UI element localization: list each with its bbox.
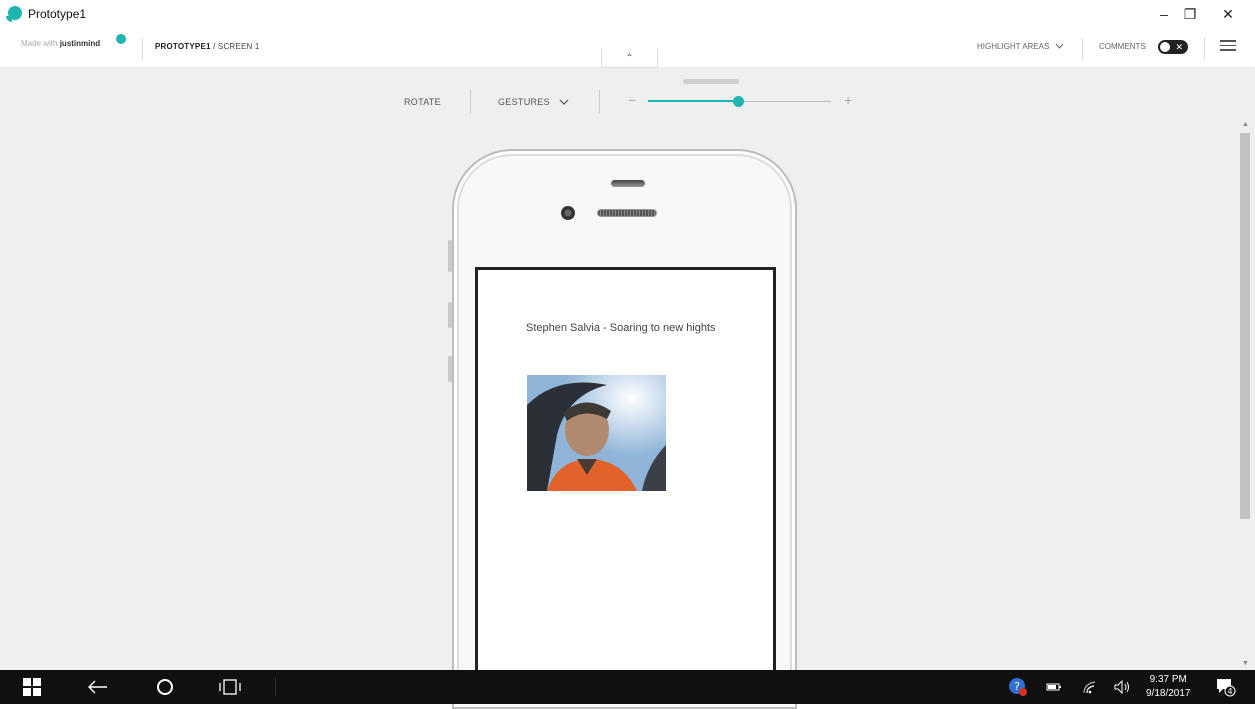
close-button[interactable]: ✕ (1210, 0, 1246, 28)
phone-camera-icon (561, 206, 575, 220)
phone-sensor (611, 180, 645, 187)
taskbar-divider (270, 670, 280, 704)
window-titlebar: Prototype1 – ❐ ✕ (0, 0, 1255, 30)
prototype-screen: Stephen Salvia - Soaring to new hights (475, 267, 776, 677)
app-logo-icon (6, 6, 22, 22)
comments-label: COMMENTS (1099, 42, 1146, 51)
hamburger-menu-icon[interactable] (1220, 37, 1236, 53)
toggle-knob (1160, 42, 1170, 52)
collapse-header-button[interactable]: ⌃ (601, 49, 658, 68)
zoom-out-button[interactable]: − (628, 92, 636, 108)
toolbar-divider (470, 90, 471, 114)
comments-toggle[interactable]: ✕ (1158, 40, 1188, 54)
window-title: Prototype1 (28, 7, 87, 21)
toolbar-divider (599, 90, 600, 114)
notification-count: 4 (1227, 687, 1232, 696)
clock-time: 9:37 PM (1149, 674, 1187, 685)
windows-start-icon[interactable] (12, 670, 52, 704)
justinmind-logo-icon (116, 34, 126, 44)
phone-power-button (683, 79, 739, 84)
gestures-label: GESTURES (498, 97, 550, 107)
zoom-slider[interactable] (648, 96, 831, 107)
pilot-selfie-photo (527, 375, 666, 491)
header-divider (1204, 38, 1205, 60)
screen-title: Stephen Salvia - Soaring to new hights (526, 322, 716, 334)
made-with-prefix: Made with (21, 39, 58, 48)
gestures-dropdown[interactable]: GESTURES (498, 97, 569, 107)
phone-earpiece (597, 209, 657, 217)
scrollbar-thumb[interactable] (1240, 133, 1250, 519)
back-arrow-icon[interactable] (78, 670, 118, 704)
simulation-toolbar: ROTATE GESTURES − + (0, 67, 1240, 137)
highlight-areas-dropdown[interactable]: HIGHLIGHT AREAS (977, 42, 1064, 51)
made-with-justinmind[interactable]: Made with justinmind (21, 39, 100, 48)
chevron-down-icon (559, 99, 569, 105)
breadcrumb-project[interactable]: PROTOTYPE1 (155, 42, 211, 51)
zoom-slider-fill (648, 100, 738, 102)
header-divider (142, 38, 143, 60)
highlight-areas-label: HIGHLIGHT AREAS (977, 42, 1050, 51)
breadcrumb-screen: / SCREEN 1 (210, 42, 260, 51)
cortana-search-icon[interactable] (145, 670, 185, 704)
clock-date: 9/18/2017 (1146, 688, 1191, 699)
toggle-off-icon: ✕ (1175, 42, 1183, 52)
cockpit-photo-illustration (527, 375, 666, 491)
zoom-slider-thumb[interactable] (732, 96, 744, 107)
restore-button[interactable]: ❐ (1172, 0, 1208, 28)
made-with-brand: justinmind (59, 39, 101, 48)
header-divider (1082, 38, 1083, 60)
windows-taskbar: ? 9:37 PM 9/18/2017 4 (0, 670, 1255, 704)
scroll-up-arrow-icon[interactable]: ▲ (1242, 121, 1249, 128)
vertical-scrollbar[interactable]: ▲ ▼ (1239, 119, 1255, 670)
rotate-button[interactable]: ROTATE (404, 97, 441, 107)
scroll-down-arrow-icon[interactable]: ▼ (1242, 660, 1249, 667)
action-center-icon[interactable]: 4 (1208, 670, 1244, 704)
help-alert-icon[interactable]: ? (1006, 670, 1030, 704)
task-view-icon[interactable] (210, 670, 250, 704)
zoom-in-button[interactable]: + (844, 92, 852, 108)
chevron-down-icon (1055, 43, 1063, 49)
battery-icon[interactable] (1042, 670, 1066, 704)
volume-icon[interactable] (1110, 670, 1136, 704)
wifi-icon[interactable] (1078, 670, 1102, 704)
taskbar-clock[interactable]: 9:37 PM 9/18/2017 (1146, 673, 1191, 701)
breadcrumb: PROTOTYPE1 / SCREEN 1 (155, 42, 260, 51)
